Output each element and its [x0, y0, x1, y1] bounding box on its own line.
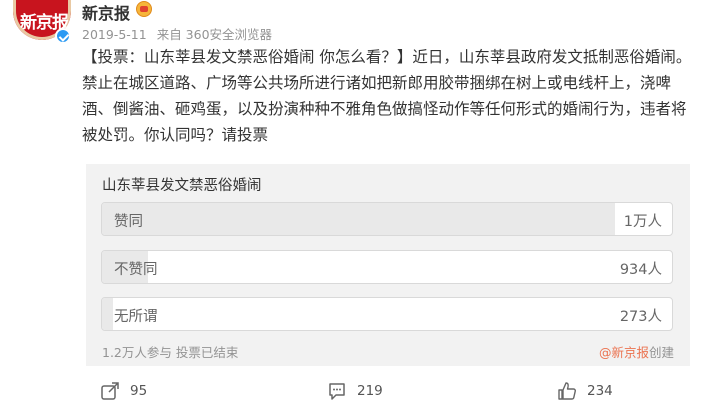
like-icon [558, 382, 576, 400]
action-bar: 95 219 234 [0, 378, 701, 404]
poll-participants: 1.2万人参与 [102, 345, 172, 360]
share-icon [101, 382, 119, 400]
poll-status: 1.2万人参与 投票已结束 [102, 342, 238, 361]
post-date[interactable]: 2019-5-11 [82, 27, 147, 42]
comment-button[interactable]: 219 [327, 378, 383, 404]
like-button[interactable]: 234 [557, 378, 613, 404]
poll-creator-link[interactable]: @新京报 [599, 345, 649, 360]
username[interactable]: 新京报 [82, 0, 130, 24]
share-count: 95 [130, 383, 148, 399]
poll-option-count: 273人 [619, 309, 662, 325]
poll-ended-label: 投票已结束 [175, 345, 239, 360]
poll-option-fill [102, 298, 114, 330]
poll-option-label: 不赞同 [114, 262, 158, 278]
poll-option-agree[interactable]: 赞同 1万人 [101, 202, 673, 236]
poll-option-count: 1万人 [623, 214, 662, 230]
member-badge-icon[interactable] [136, 1, 152, 17]
poll-option-fill [102, 203, 615, 235]
poll-card: 山东莘县发文禁恶俗婚闹 赞同 1万人 不赞同 934人 无所谓 273人 1.2… [86, 164, 690, 366]
poll-created-label: 创建 [648, 345, 674, 360]
like-count: 234 [587, 383, 613, 399]
poll-creator: @新京报创建 [599, 342, 674, 361]
post-meta: 2019-5-11 来自 360安全浏览器 [82, 24, 278, 43]
comment-icon [329, 383, 345, 400]
post-text: 【投票：山东莘县发文禁恶俗婚闹 你怎么看？】近日，山东莘县政府发文抵制恶俗婚闹。… [82, 48, 692, 144]
post-source: 来自 360安全浏览器 [156, 27, 273, 42]
verified-icon [55, 28, 71, 44]
poll-option-neutral[interactable]: 无所谓 273人 [101, 297, 673, 331]
poll-option-count: 934人 [619, 262, 662, 278]
share-button[interactable]: 95 [100, 378, 147, 404]
poll-option-label: 无所谓 [114, 309, 158, 325]
poll-option-label: 赞同 [114, 214, 143, 230]
poll-option-disagree[interactable]: 不赞同 934人 [101, 250, 673, 284]
comment-count: 219 [357, 383, 383, 399]
poll-title[interactable]: 山东莘县发文禁恶俗婚闹 [102, 174, 262, 195]
